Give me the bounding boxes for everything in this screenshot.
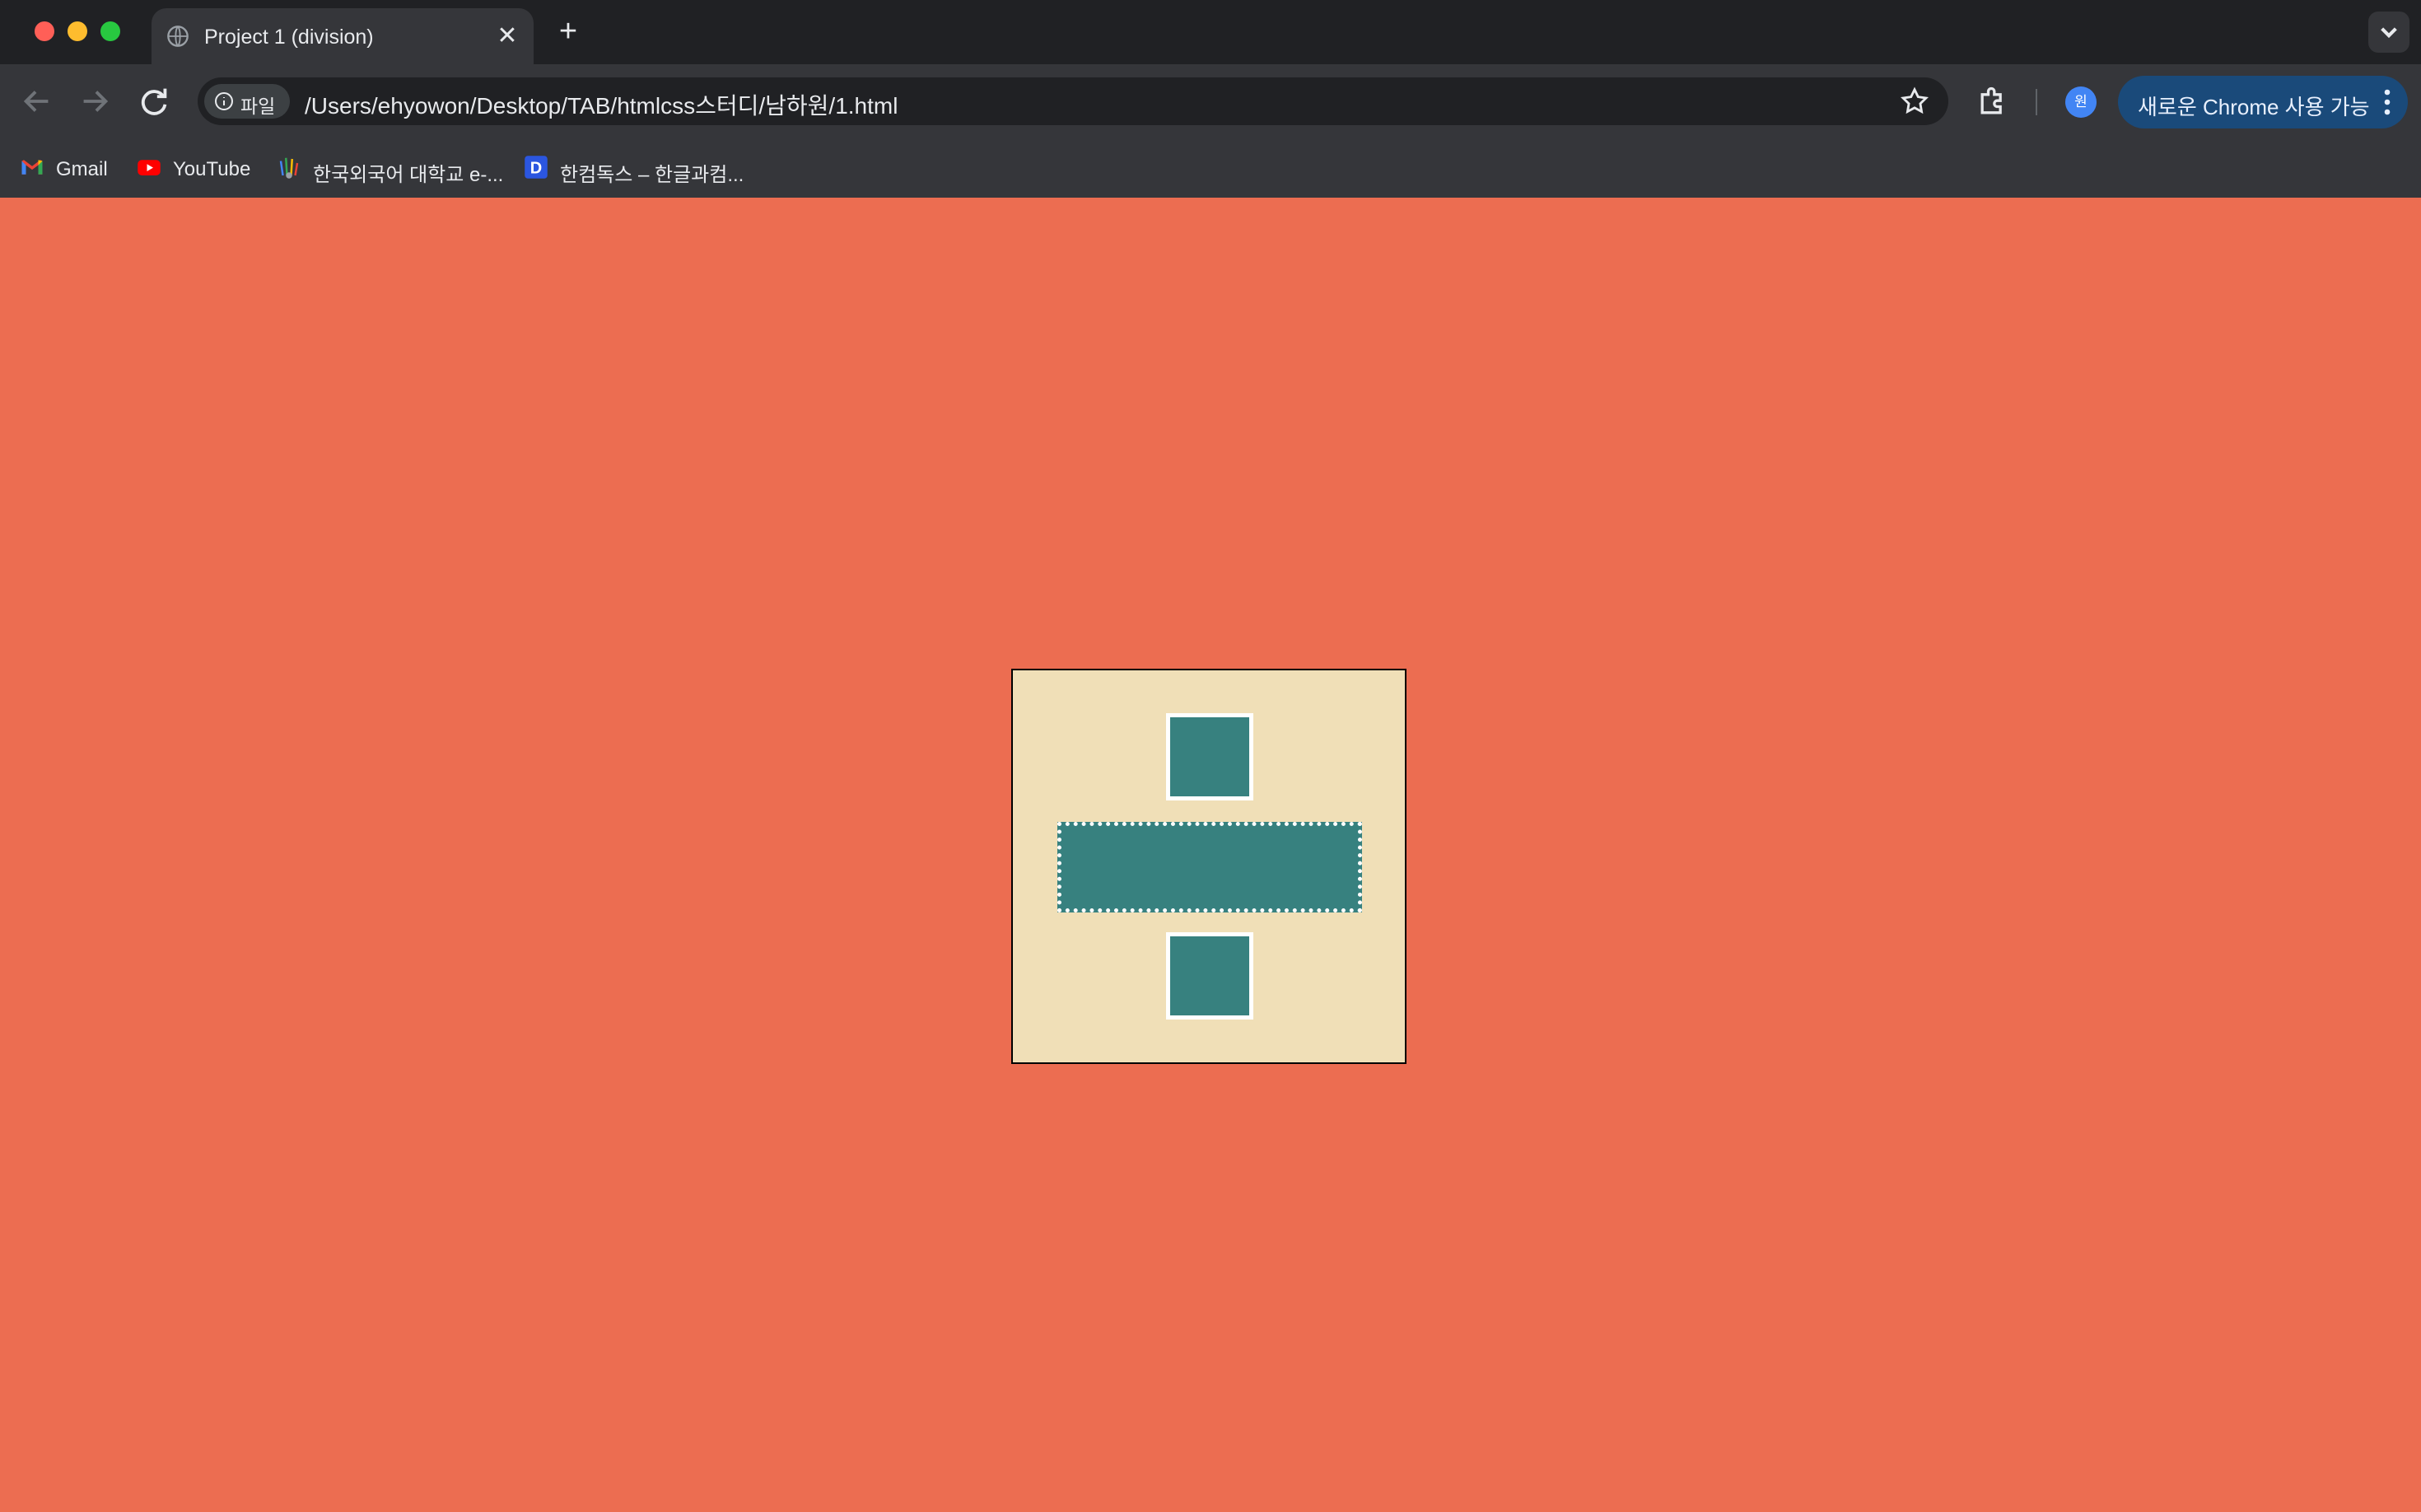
division-box [1011,669,1406,1064]
bookmark-label: 한국외국어 대학교 e-... [313,164,504,186]
info-icon [215,92,233,110]
division-top-square [1166,713,1253,800]
svg-text:D: D [530,160,542,178]
reload-icon [141,88,167,115]
tab-search-button[interactable] [2368,12,2409,53]
tab-strip: Project 1 (division) ✕ + [0,0,2421,64]
division-bottom-square [1166,932,1253,1020]
address-bar[interactable]: 파일 /Users/ehyowon/Desktop/TAB/htmlcss스터디… [198,77,1948,125]
browser-toolbar: 파일 /Users/ehyowon/Desktop/TAB/htmlcss스터디… [0,64,2421,138]
division-bar [1057,822,1362,912]
url-text[interactable]: /Users/ehyowon/Desktop/TAB/htmlcss스터디/남하… [305,88,898,121]
close-tab-icon[interactable]: ✕ [494,23,520,49]
page-viewport [0,198,2421,1512]
bookmark-label: 한컴독스 – 한글과컴... [560,164,744,186]
arrow-right-icon [83,91,109,112]
arrow-left-icon [23,91,49,112]
extensions-puzzle-icon[interactable] [1975,84,2011,120]
maximize-window-button[interactable] [100,21,120,41]
toolbar-divider [2036,89,2037,115]
close-window-button[interactable] [35,21,54,41]
globe-icon [167,26,189,47]
bookmark-label: Gmail [56,158,108,180]
chrome-update-button[interactable]: 새로운 Chrome 사용 가능 [2118,76,2408,128]
hufs-icon [279,157,299,179]
bookmarks-bar: Gmail YouTube 한국외국어 대학교 e-... D 한컴독스 – 한… [0,138,2421,198]
bookmark-star-icon[interactable] [1899,86,1930,117]
more-vert-icon[interactable] [2383,87,2391,117]
hancom-docs-icon: D [525,156,548,179]
youtube-icon [138,160,161,175]
update-button-label: 새로운 Chrome 사용 가능 [2138,95,2370,119]
gmail-icon [21,160,43,175]
reload-button[interactable] [135,82,173,120]
new-tab-button[interactable]: + [552,15,585,48]
bookmark-label: YouTube [173,158,251,180]
tab-project-1[interactable]: Project 1 (division) ✕ [152,8,534,64]
site-chip-label: 파일 [240,96,276,117]
minimize-window-button[interactable] [68,21,87,41]
profile-avatar[interactable]: 원 [2065,86,2097,118]
forward-button[interactable] [76,82,114,120]
back-button[interactable] [18,82,56,120]
tab-title: Project 1 (division) [204,26,374,49]
site-info-chip[interactable]: 파일 [204,84,290,119]
chevron-down-icon [2381,27,2397,39]
